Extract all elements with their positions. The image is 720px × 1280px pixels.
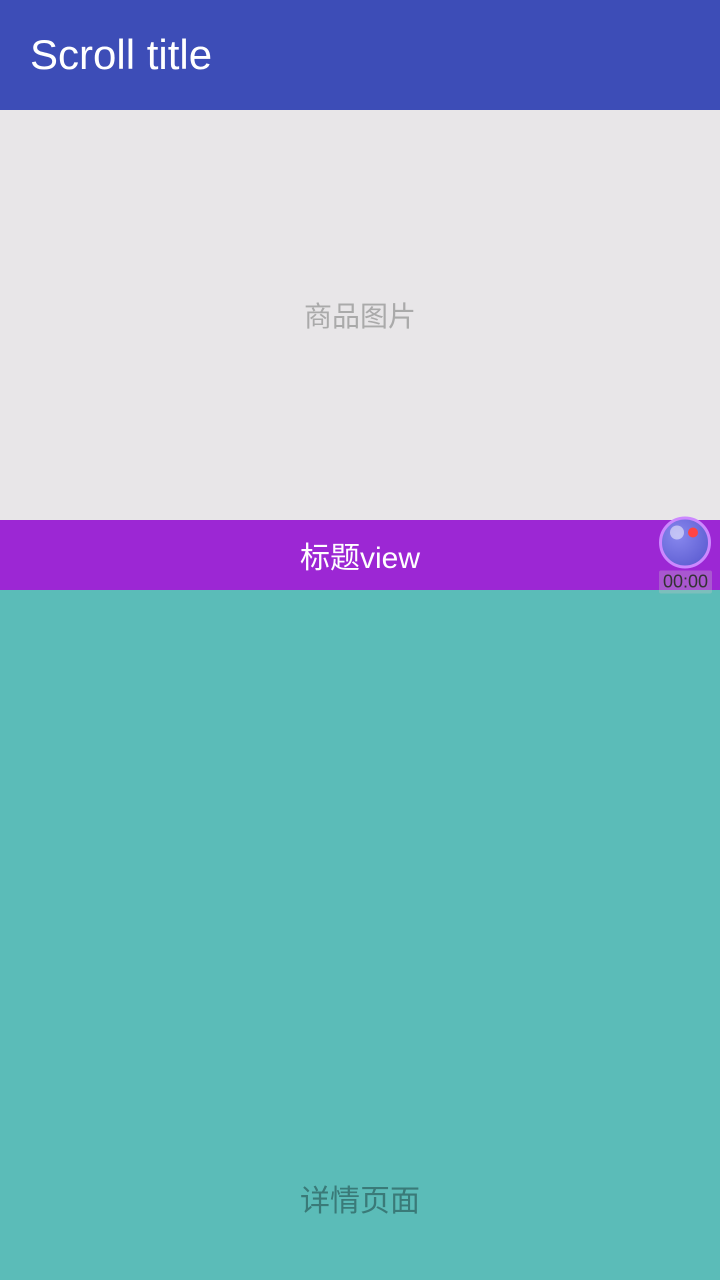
title-view-label: 标题view (300, 533, 420, 577)
timer-widget[interactable]: 00:00 (659, 517, 712, 594)
detail-area: 详情页面 (0, 590, 720, 1280)
timer-display: 00:00 (659, 571, 712, 594)
page-title: Scroll title (30, 31, 212, 79)
product-image-area: 商品图片 (0, 110, 720, 520)
record-indicator (688, 528, 698, 538)
app-header: Scroll title (0, 0, 720, 110)
product-image-label: 商品图片 (304, 295, 416, 335)
detail-label: 详情页面 (300, 1176, 420, 1220)
timer-circle[interactable] (659, 517, 711, 569)
title-view-bar: 标题view 00:00 (0, 520, 720, 590)
